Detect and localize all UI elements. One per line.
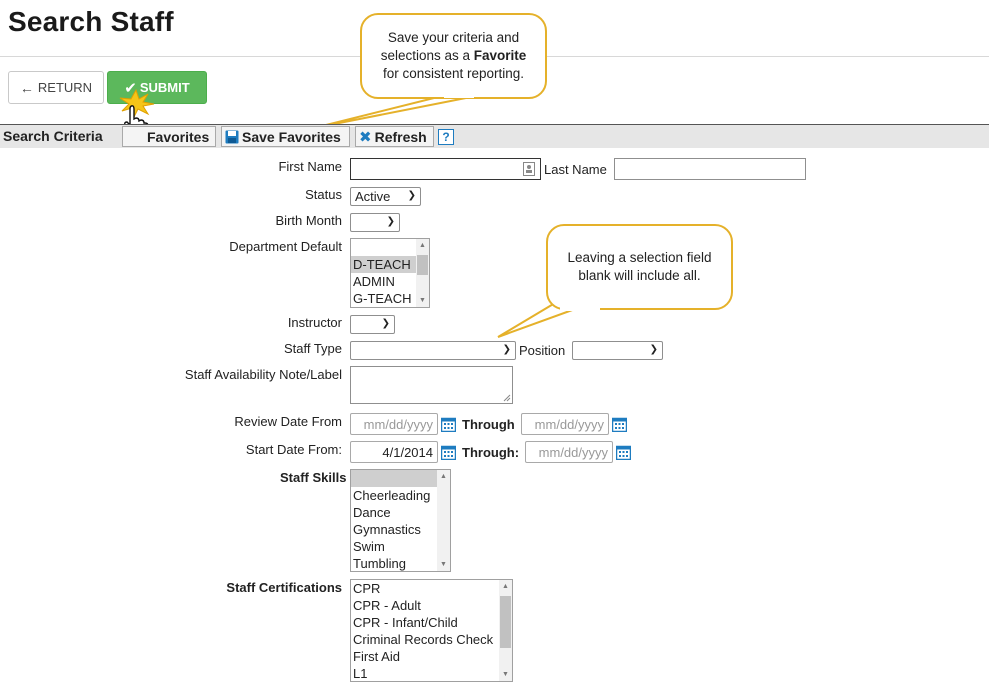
favorite-callout: Save your criteria and selections as a F… — [360, 13, 547, 99]
scrollbar[interactable]: ▲ ▼ — [416, 239, 429, 307]
chevron-down-icon: ❯ — [407, 190, 416, 201]
availability-note-label: Staff Availability Note/Label — [184, 367, 342, 382]
list-item[interactable]: Tumbling — [351, 555, 450, 571]
last-name-label: Last Name — [544, 162, 607, 177]
review-through-input[interactable]: mm/dd/yyyy — [521, 413, 609, 435]
start-date-from-value: 4/1/2014 — [382, 444, 433, 460]
availability-note-textarea[interactable] — [350, 366, 513, 404]
search-criteria-label: Search Criteria — [3, 128, 103, 144]
staff-type-select[interactable]: ❯ — [350, 341, 516, 360]
start-date-from-input[interactable]: 4/1/2014 — [350, 441, 438, 463]
review-through-placeholder: mm/dd/yyyy — [534, 416, 604, 432]
return-label: RETURN — [37, 80, 93, 95]
calendar-icon[interactable] — [441, 416, 456, 432]
page-title: Search Staff — [8, 6, 174, 37]
callout-tail-mask — [560, 305, 600, 311]
start-through-label: Through: — [462, 445, 520, 460]
scroll-up-icon: ▲ — [502, 583, 509, 590]
blank-callout-line1: Leaving a selection field — [567, 250, 712, 265]
review-through-label: Through — [462, 417, 515, 432]
chevron-down-icon: ❯ — [502, 344, 511, 355]
scrollbar[interactable]: ▲ ▼ — [437, 470, 450, 571]
staff-skills-label: Staff Skills — [280, 470, 347, 485]
list-item[interactable]: CPR — [351, 580, 512, 597]
favorites-label: Favorites — [147, 128, 210, 145]
staff-type-label: Staff Type — [283, 341, 342, 356]
contact-card-icon — [523, 162, 535, 176]
instructor-select[interactable]: ❯ — [350, 315, 395, 334]
start-through-input[interactable]: mm/dd/yyyy — [525, 441, 613, 463]
refresh-button[interactable]: ✖ Refresh — [355, 126, 434, 147]
chevron-down-icon: ❯ — [381, 318, 390, 329]
list-item[interactable]: Dance — [351, 504, 450, 521]
refresh-label: Refresh — [374, 128, 427, 145]
review-date-from-input[interactable]: mm/dd/yyyy — [350, 413, 438, 435]
status-label: Status — [305, 187, 342, 202]
calendar-icon[interactable] — [441, 444, 456, 460]
staff-skills-listbox[interactable]: Cheerleading Dance Gymnastics Swim Tumbl… — [350, 469, 451, 572]
staff-certifications-listbox[interactable]: CPR CPR - Adult CPR - Infant/Child Crimi… — [350, 579, 513, 682]
list-item[interactable] — [351, 470, 437, 487]
first-name-input[interactable] — [350, 158, 541, 180]
list-item[interactable]: First Aid — [351, 648, 512, 665]
status-select[interactable]: Active ❯ — [350, 187, 421, 206]
chevron-down-icon: ❯ — [386, 216, 395, 227]
review-date-from-label: Review Date From — [234, 414, 342, 429]
scroll-thumb[interactable] — [417, 255, 428, 275]
start-date-from-label: Start Date From: — [245, 442, 342, 457]
last-name-input[interactable] — [614, 158, 806, 180]
blank-callout: Leaving a selection field blank will inc… — [546, 224, 733, 310]
position-label: Position — [519, 343, 566, 358]
list-item[interactable]: Gymnastics — [351, 521, 450, 538]
save-favorites-label: Save Favorites — [242, 128, 341, 145]
scroll-up-icon: ▲ — [419, 242, 426, 249]
x-icon: ✖ — [359, 128, 372, 146]
birth-month-label: Birth Month — [275, 213, 342, 228]
favorite-callout-bold: Favorite — [473, 48, 527, 63]
list-item[interactable]: L1 — [351, 665, 512, 681]
help-icon[interactable]: ? — [438, 129, 454, 145]
scroll-thumb[interactable] — [500, 596, 511, 648]
review-date-from-placeholder: mm/dd/yyyy — [363, 416, 433, 432]
instructor-label: Instructor — [287, 315, 342, 330]
department-default-label: Department Default — [229, 239, 342, 254]
favorite-callout-line1: Save your criteria and — [387, 30, 520, 45]
arrow-left-icon: ← — [19, 79, 34, 96]
first-name-label: First Name — [278, 159, 342, 174]
blank-callout-line2: blank will include all. — [578, 268, 701, 283]
scroll-down-icon: ▼ — [419, 297, 426, 304]
scroll-down-icon: ▼ — [440, 561, 447, 568]
list-item[interactable]: Swim — [351, 538, 450, 555]
list-item[interactable]: CPR - Infant/Child — [351, 614, 512, 631]
scroll-down-icon: ▼ — [502, 671, 509, 678]
scrollbar[interactable]: ▲ ▼ — [499, 580, 512, 681]
birth-month-select[interactable]: ❯ — [350, 213, 400, 232]
floppy-disk-icon — [225, 130, 239, 143]
save-favorites-button[interactable]: Save Favorites — [221, 126, 350, 147]
favorite-callout-line3: for consistent reporting. — [382, 66, 525, 81]
resize-handle-icon[interactable] — [503, 394, 511, 402]
return-button[interactable]: ← RETURN — [8, 71, 104, 104]
chevron-down-icon: ❯ — [649, 344, 658, 355]
department-default-listbox[interactable]: D-TEACH ADMIN G-TEACH ▲ ▼ — [350, 238, 430, 308]
list-item[interactable]: Cheerleading — [351, 487, 450, 504]
start-through-placeholder: mm/dd/yyyy — [538, 444, 608, 460]
favorites-button[interactable]: Favorites — [122, 126, 216, 147]
position-select[interactable]: ❯ — [572, 341, 663, 360]
callout-tail-mask — [444, 93, 474, 98]
status-value: Active — [355, 189, 391, 204]
calendar-icon[interactable] — [612, 416, 627, 432]
staff-certifications-label: Staff Certifications — [226, 580, 342, 595]
calendar-icon[interactable] — [616, 444, 631, 460]
scroll-up-icon: ▲ — [440, 473, 447, 480]
list-item[interactable]: CPR - Adult — [351, 597, 512, 614]
favorite-callout-line2: selections as a — [380, 48, 474, 63]
list-item[interactable]: Criminal Records Check — [351, 631, 512, 648]
